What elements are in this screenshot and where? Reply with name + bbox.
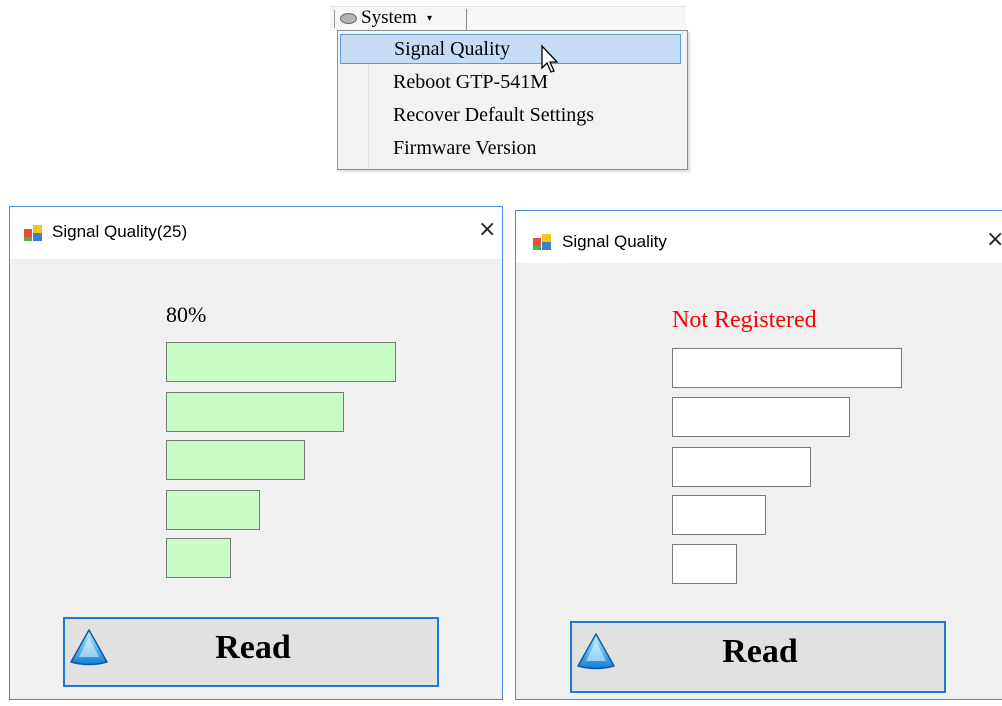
read-button-label: Read xyxy=(722,633,798,670)
read-button[interactable]: Read xyxy=(63,617,439,687)
close-button[interactable]: × xyxy=(986,227,1002,252)
menu-item-firmware-version[interactable]: Firmware Version xyxy=(340,133,681,163)
signal-bar-3 xyxy=(672,447,811,487)
signal-bar-1 xyxy=(166,538,231,578)
read-button[interactable]: Read xyxy=(570,621,946,693)
menu-item-signal-quality[interactable]: Signal Quality xyxy=(340,34,681,64)
signal-quality-dialog-left: Signal Quality(25) × 80% Read xyxy=(9,206,503,700)
menu-bar: System ▾ xyxy=(330,6,686,31)
signal-bar-4 xyxy=(166,392,344,432)
menu-item-recover-defaults[interactable]: Recover Default Settings xyxy=(340,100,681,130)
close-button[interactable]: × xyxy=(478,217,496,242)
menu-grip xyxy=(334,10,338,28)
signal-bar-4 xyxy=(672,397,850,437)
menu-divider xyxy=(466,9,467,31)
signal-percent-label: 80% xyxy=(166,302,207,327)
system-dropdown-menu: Signal Quality Reboot GTP-541M Recover D… xyxy=(337,30,688,170)
window-title: Signal Quality(25) xyxy=(52,222,188,241)
mouse-pointer-icon xyxy=(541,44,559,73)
title-bar: Signal Quality × xyxy=(516,211,1002,263)
title-bar: Signal Quality(25) × xyxy=(10,207,502,259)
signal-quality-dialog-right: Signal Quality × Not Registered Read xyxy=(515,210,1002,700)
signal-bar-5 xyxy=(166,342,396,382)
app-window-icon xyxy=(533,234,551,250)
signal-bar-3 xyxy=(166,440,305,480)
system-menu-button[interactable]: System ▾ xyxy=(340,7,432,28)
read-button-label: Read xyxy=(215,629,291,666)
window-title: Signal Quality xyxy=(562,232,667,251)
signal-bar-1 xyxy=(672,544,737,584)
app-window-icon xyxy=(24,225,42,241)
caret-down-icon: ▾ xyxy=(426,12,432,24)
signal-bar-2 xyxy=(166,490,260,530)
registration-status-label: Not Registered xyxy=(672,307,817,333)
disk-icon xyxy=(340,12,357,24)
system-menu-label: System xyxy=(361,7,417,28)
signal-bar-5 xyxy=(672,348,902,388)
signal-bar-2 xyxy=(672,495,766,535)
menu-item-reboot[interactable]: Reboot GTP-541M xyxy=(340,67,681,97)
